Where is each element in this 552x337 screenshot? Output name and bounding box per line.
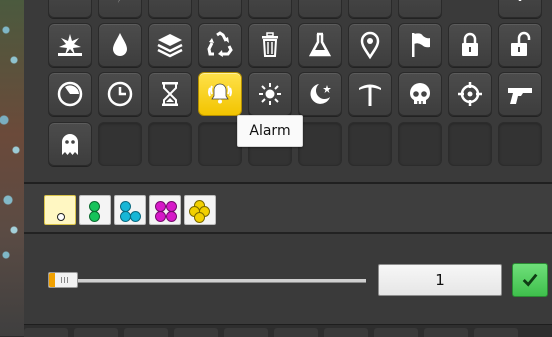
count-input[interactable]: 1	[378, 264, 502, 296]
hourglass-icon[interactable]	[148, 72, 192, 116]
two-dot-pattern-button[interactable]	[79, 195, 111, 225]
green-box-icon-glyph	[205, 0, 235, 11]
yellow-face-icon[interactable]	[248, 0, 292, 18]
layers-icon[interactable]	[148, 23, 192, 67]
snowflake-icon-glyph	[518, 0, 522, 1]
map-pin-icon[interactable]	[348, 23, 392, 67]
empty-icon-slot	[348, 122, 392, 166]
count-slider-track[interactable]	[48, 279, 366, 283]
pistol-icon[interactable]	[498, 72, 542, 116]
teal-drop-icon-glyph	[305, 0, 335, 11]
lab-flask-icon-glyph	[308, 32, 332, 57]
flag-icon[interactable]	[398, 23, 442, 67]
crosshair-icon[interactable]	[448, 72, 492, 116]
empty-icon-slot	[298, 122, 342, 166]
parentheses-icon-glyph	[405, 0, 435, 11]
skull-icon[interactable]	[398, 72, 442, 116]
explosion-icon[interactable]	[48, 23, 92, 67]
red-circle-icon-glyph	[355, 0, 385, 11]
empty-icon-slot	[148, 122, 192, 166]
icon-tooltip: Alarm	[237, 115, 303, 147]
single-dot-pattern-button[interactable]	[44, 195, 76, 225]
teal-drop-icon[interactable]	[298, 0, 342, 18]
pickaxe-icon[interactable]	[348, 72, 392, 116]
empty-icon-slot	[398, 122, 442, 166]
parentheses-icon[interactable]	[398, 0, 442, 18]
sun-icon[interactable]	[248, 72, 292, 116]
red-flask-icon[interactable]	[148, 0, 192, 18]
coffee-cup-icon[interactable]	[48, 0, 92, 18]
recycle-icon[interactable]	[198, 23, 242, 67]
recycle-icon-glyph	[207, 31, 233, 57]
open-padlock-icon-glyph	[511, 31, 531, 56]
padlock-icon[interactable]	[448, 23, 492, 67]
coffee-cup-icon-glyph	[55, 0, 85, 11]
water-drop-icon[interactable]	[98, 23, 142, 67]
moon-star-icon-glyph	[310, 84, 331, 104]
crosshair-icon-glyph	[458, 82, 482, 106]
count-slider-thumb[interactable]	[48, 272, 78, 288]
slider-thumb-tab	[49, 273, 55, 287]
water-drop-icon-glyph	[113, 33, 127, 56]
moon-star-icon[interactable]	[298, 72, 342, 116]
three-dot-pattern-button[interactable]	[114, 195, 146, 225]
yellow-face-icon-glyph	[255, 0, 285, 11]
pickaxe-icon-glyph	[359, 84, 381, 106]
ghost-icon-glyph	[62, 134, 78, 155]
confirm-button[interactable]	[512, 263, 548, 297]
four-magenta-dot-pattern-button[interactable]	[149, 195, 181, 225]
empty-icon-slot	[498, 122, 542, 166]
pistol-icon-glyph	[508, 88, 532, 104]
empty-icon-slot	[98, 122, 142, 166]
sun-icon-glyph	[259, 83, 281, 105]
snowflake-icon[interactable]	[498, 0, 542, 18]
clock-icon-glyph	[107, 81, 133, 107]
open-padlock-icon[interactable]	[498, 23, 542, 67]
lab-flask-icon[interactable]	[298, 23, 342, 67]
red-circle-icon[interactable]	[348, 0, 392, 18]
background-scenery	[0, 0, 26, 336]
trash-can-icon-glyph	[262, 32, 278, 57]
map-pin-icon-glyph	[360, 31, 380, 60]
green-box-icon[interactable]	[198, 0, 242, 18]
flag-icon-glyph	[412, 33, 430, 57]
clock-icon[interactable]	[98, 72, 142, 116]
lightning-bolt-icon-glyph	[118, 0, 120, 3]
lightning-bolt-icon[interactable]	[98, 0, 142, 18]
red-flask-icon-glyph	[155, 0, 185, 11]
explosion-icon-glyph	[58, 34, 82, 56]
ghost-icon[interactable]	[48, 122, 92, 166]
alarm-bell-icon-glyph	[208, 83, 232, 104]
pie-gauge-icon-glyph	[57, 81, 83, 107]
layers-icon-glyph	[157, 34, 183, 58]
footer-bar	[24, 324, 552, 337]
slider-grip-icon	[61, 277, 62, 283]
alarm-bell-icon[interactable]	[198, 72, 242, 116]
pie-gauge-icon[interactable]	[48, 72, 92, 116]
empty-icon-slot	[448, 122, 492, 166]
four-yellow-dot-pattern-button[interactable]	[184, 195, 216, 225]
trash-can-icon[interactable]	[248, 23, 292, 67]
padlock-icon-glyph	[462, 32, 478, 56]
skull-icon-glyph	[410, 83, 430, 104]
empty-icon-slot	[198, 122, 242, 166]
hourglass-icon-glyph	[162, 82, 178, 106]
checkmark-icon	[522, 273, 538, 287]
